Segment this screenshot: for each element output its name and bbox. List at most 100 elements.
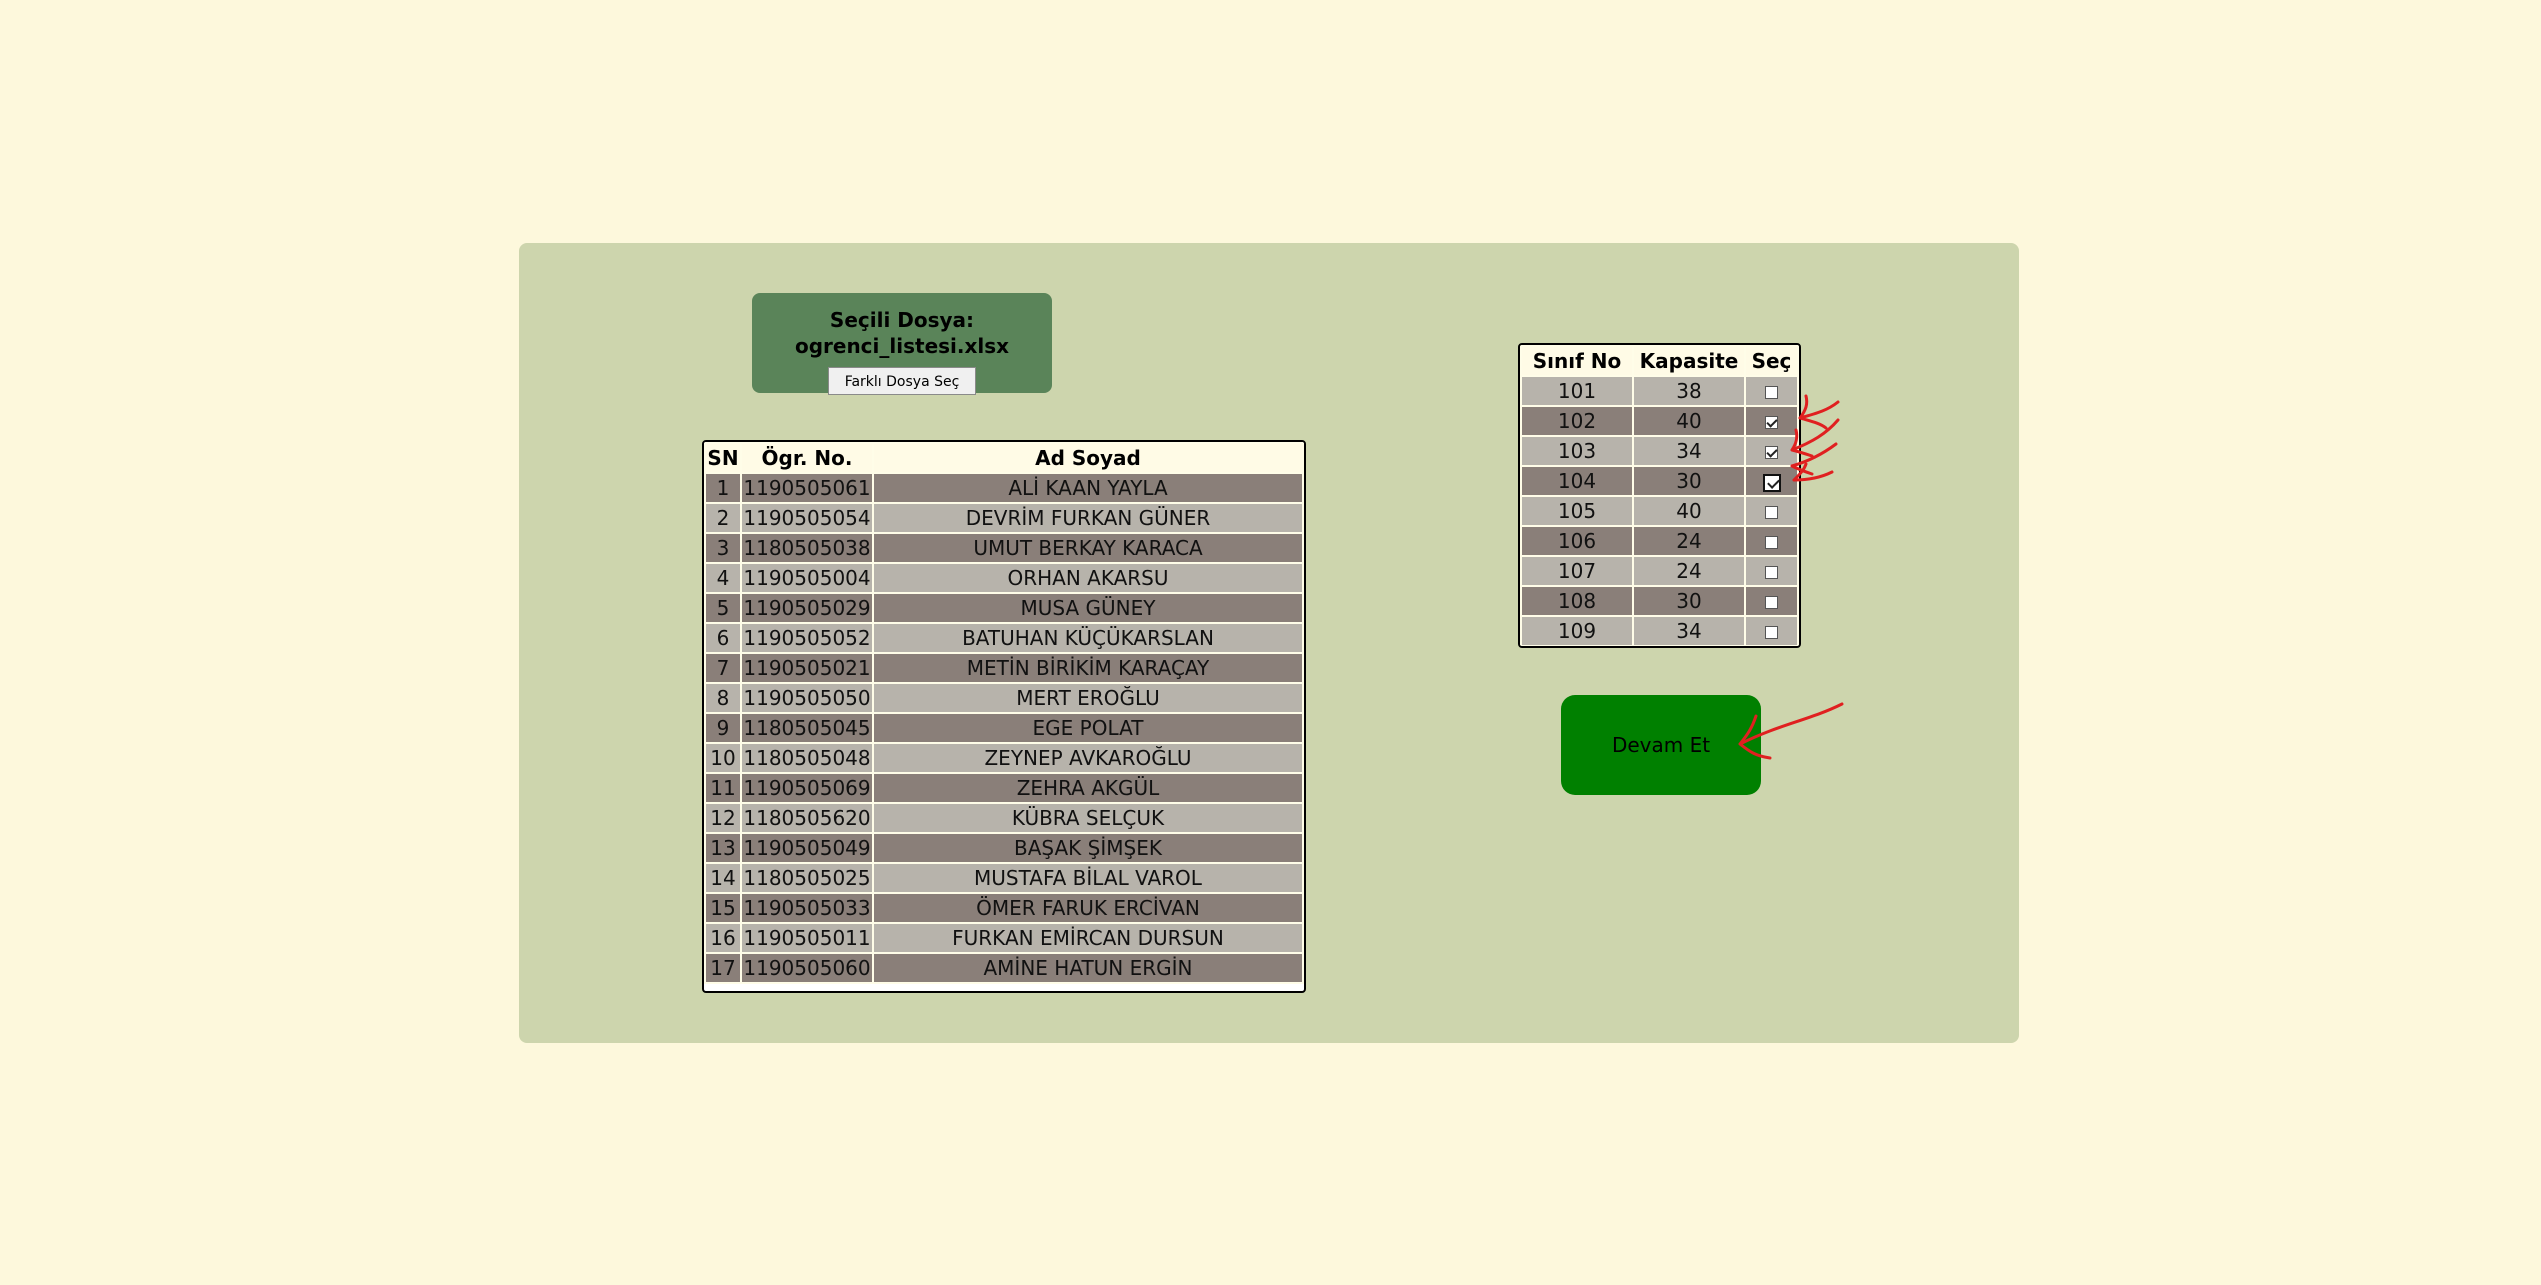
room-capacity: 40 xyxy=(1634,497,1744,525)
student-sn: 5 xyxy=(706,594,740,622)
continue-button[interactable]: Devam Et xyxy=(1561,695,1761,795)
header-sn: SN xyxy=(706,444,740,472)
student-row: 5 1190505029 MUSA GÜNEY xyxy=(706,594,1302,622)
selected-file-label: Seçili Dosya: ogrenci_listesi.xlsx xyxy=(794,308,1010,358)
student-row: 7 1190505021 METİN BİRİKİM KARAÇAY xyxy=(706,654,1302,682)
classroom-table-body: 101 38 102 40 103 34 104 30 105 40 106 24 107 24 108 30… xyxy=(1522,377,1797,645)
classroom-row: 105 40 xyxy=(1522,497,1797,525)
student-number: 1190505054 xyxy=(742,504,872,532)
room-select-cell xyxy=(1746,617,1797,645)
student-number: 1190505004 xyxy=(742,564,872,592)
room-number: 106 xyxy=(1522,527,1632,555)
student-number: 1180505045 xyxy=(742,714,872,742)
student-row: 15 1190505033 ÖMER FARUK ERCİVAN xyxy=(706,894,1302,922)
room-number: 101 xyxy=(1522,377,1632,405)
classroom-row: 109 34 xyxy=(1522,617,1797,645)
student-sn: 3 xyxy=(706,534,740,562)
student-name: ALİ KAAN YAYLA xyxy=(874,474,1302,502)
student-number: 1180505025 xyxy=(742,864,872,892)
student-number: 1190505033 xyxy=(742,894,872,922)
student-sn: 2 xyxy=(706,504,740,532)
room-select-checkbox[interactable] xyxy=(1765,596,1778,609)
classroom-table[interactable]: Sınıf No Kapasite Seç 101 38 102 40 103 34 104… xyxy=(1518,343,1801,648)
student-number: 1190505060 xyxy=(742,954,872,982)
student-name: DEVRİM FURKAN GÜNER xyxy=(874,504,1302,532)
student-number: 1180505048 xyxy=(742,744,872,772)
student-number: 1190505021 xyxy=(742,654,872,682)
student-number: 1190505049 xyxy=(742,834,872,862)
room-number: 107 xyxy=(1522,557,1632,585)
room-select-checkbox[interactable] xyxy=(1765,446,1778,459)
room-select-checkbox[interactable] xyxy=(1765,506,1778,519)
student-row: 12 1180505620 KÜBRA SELÇUK xyxy=(706,804,1302,832)
student-number: 1190505029 xyxy=(742,594,872,622)
classroom-row: 103 34 xyxy=(1522,437,1797,465)
student-name: ORHAN AKARSU xyxy=(874,564,1302,592)
room-capacity: 30 xyxy=(1634,467,1744,495)
student-table[interactable]: SN Ögr. No. Ad Soyad 1 1190505061 ALİ KAAN… xyxy=(702,440,1306,993)
student-name: EGE POLAT xyxy=(874,714,1302,742)
room-number: 105 xyxy=(1522,497,1632,525)
student-row: 9 1180505045 EGE POLAT xyxy=(706,714,1302,742)
student-row: 13 1190505049 BAŞAK ŞİMŞEK xyxy=(706,834,1302,862)
header-select: Seç xyxy=(1746,347,1797,375)
room-select-cell xyxy=(1746,527,1797,555)
student-row: 16 1190505011 FURKAN EMİRCAN DURSUN xyxy=(706,924,1302,952)
student-sn: 16 xyxy=(706,924,740,952)
room-capacity: 34 xyxy=(1634,437,1744,465)
header-room-no: Sınıf No xyxy=(1522,347,1632,375)
student-row: 3 1180505038 UMUT BERKAY KARACA xyxy=(706,534,1302,562)
student-number: 1180505038 xyxy=(742,534,872,562)
room-select-cell xyxy=(1746,467,1797,495)
student-sn: 14 xyxy=(706,864,740,892)
room-number: 103 xyxy=(1522,437,1632,465)
student-name: AMİNE HATUN ERGİN xyxy=(874,954,1302,982)
student-sn: 8 xyxy=(706,684,740,712)
room-select-checkbox[interactable] xyxy=(1765,416,1778,429)
student-name: ZEHRA AKGÜL xyxy=(874,774,1302,802)
student-row: 2 1190505054 DEVRİM FURKAN GÜNER xyxy=(706,504,1302,532)
student-number: 1190505050 xyxy=(742,684,872,712)
student-sn: 9 xyxy=(706,714,740,742)
student-name: METİN BİRİKİM KARAÇAY xyxy=(874,654,1302,682)
room-select-checkbox[interactable] xyxy=(1765,626,1778,639)
header-capacity: Kapasite xyxy=(1634,347,1744,375)
room-number: 102 xyxy=(1522,407,1632,435)
header-full-name: Ad Soyad xyxy=(874,444,1302,472)
student-number: 1190505011 xyxy=(742,924,872,952)
student-row: 17 1190505060 AMİNE HATUN ERGİN xyxy=(706,954,1302,982)
header-student-no: Ögr. No. xyxy=(742,444,872,472)
room-capacity: 38 xyxy=(1634,377,1744,405)
student-sn: 13 xyxy=(706,834,740,862)
student-name: MUSA GÜNEY xyxy=(874,594,1302,622)
student-sn: 7 xyxy=(706,654,740,682)
room-select-checkbox[interactable] xyxy=(1765,386,1778,399)
student-number: 1190505061 xyxy=(742,474,872,502)
classroom-row: 106 24 xyxy=(1522,527,1797,555)
room-capacity: 30 xyxy=(1634,587,1744,615)
student-row: 11 1190505069 ZEHRA AKGÜL xyxy=(706,774,1302,802)
classroom-row: 108 30 xyxy=(1522,587,1797,615)
file-selection-box: Seçili Dosya: ogrenci_listesi.xlsx Farkl… xyxy=(752,293,1052,395)
classroom-row: 104 30 xyxy=(1522,467,1797,495)
student-row: 6 1190505052 BATUHAN KÜÇÜKARSLAN xyxy=(706,624,1302,652)
main-panel: Seçili Dosya: ogrenci_listesi.xlsx Farkl… xyxy=(519,243,2019,1043)
student-number: 1180505620 xyxy=(742,804,872,832)
room-select-checkbox[interactable] xyxy=(1765,536,1778,549)
student-name: ZEYNEP AVKAROĞLU xyxy=(874,744,1302,772)
room-select-checkbox[interactable] xyxy=(1762,473,1781,492)
room-number: 108 xyxy=(1522,587,1632,615)
student-name: MUSTAFA BİLAL VAROL xyxy=(874,864,1302,892)
room-capacity: 24 xyxy=(1634,557,1744,585)
student-name: BAŞAK ŞİMŞEK xyxy=(874,834,1302,862)
student-sn: 6 xyxy=(706,624,740,652)
student-sn: 17 xyxy=(706,954,740,982)
student-name: FURKAN EMİRCAN DURSUN xyxy=(874,924,1302,952)
room-select-cell xyxy=(1746,587,1797,615)
room-select-checkbox[interactable] xyxy=(1765,566,1778,579)
room-capacity: 24 xyxy=(1634,527,1744,555)
choose-different-file-button[interactable]: Farklı Dosya Seç xyxy=(828,367,976,395)
student-row: 4 1190505004 ORHAN AKARSU xyxy=(706,564,1302,592)
student-sn: 10 xyxy=(706,744,740,772)
student-row: 10 1180505048 ZEYNEP AVKAROĞLU xyxy=(706,744,1302,772)
